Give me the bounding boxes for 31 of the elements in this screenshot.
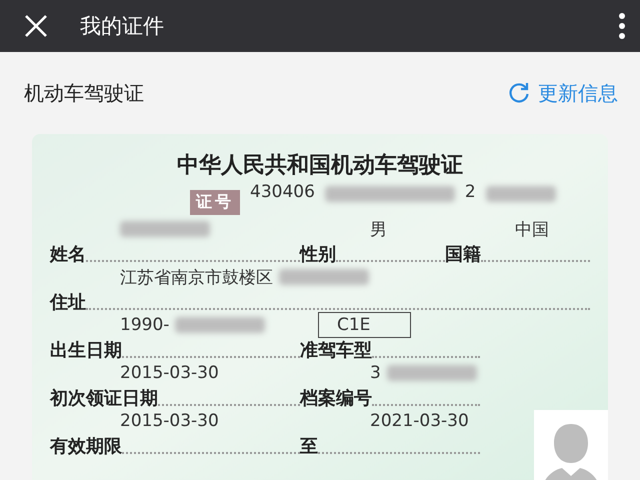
field-value: 男	[370, 218, 387, 240]
field-label: 姓名	[50, 243, 86, 266]
person-silhouette-icon	[534, 410, 608, 480]
field-label: 有效期限	[50, 435, 122, 458]
field-value: 2021-03-30	[370, 411, 469, 431]
field-label: 准驾车型	[300, 339, 372, 362]
field-label: 国籍	[445, 243, 481, 266]
refresh-icon	[508, 82, 530, 104]
license-number: 430406	[250, 182, 315, 202]
page-title: 我的证件	[80, 13, 165, 40]
close-icon[interactable]	[24, 14, 48, 38]
license-title: 中华人民共和国机动车驾驶证	[177, 152, 463, 180]
more-menu-icon[interactable]	[618, 12, 626, 40]
section-title: 机动车驾驶证	[24, 80, 145, 106]
field-value: 1990-	[120, 315, 170, 335]
field-label: 住址	[50, 291, 86, 314]
field-value: 2015-03-30	[120, 363, 219, 383]
refresh-button[interactable]: 更新信息	[508, 80, 618, 106]
field-value: 江苏省南京市鼓楼区	[120, 266, 273, 288]
field-label: 出生日期	[50, 339, 122, 362]
field-value: 3	[370, 363, 381, 383]
field-value: 中国	[515, 218, 549, 240]
redaction-mark	[486, 186, 556, 202]
number-label: 证号	[190, 190, 240, 215]
field-value: 2015-03-30	[120, 411, 219, 431]
field-label: 性别	[300, 243, 336, 266]
field-label: 档案编号	[300, 387, 372, 410]
field-value: C1E	[337, 315, 370, 335]
license-number: 2	[464, 182, 476, 202]
field-label: 至	[300, 435, 318, 458]
field-label: 初次领证日期	[50, 387, 158, 410]
